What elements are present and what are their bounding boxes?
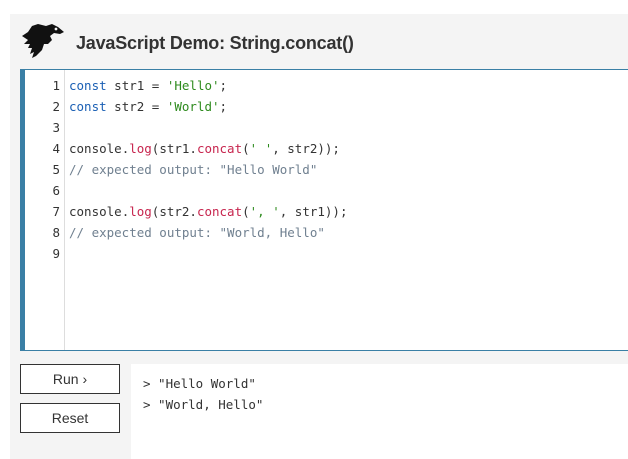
code-token: // expected output: "World, Hello" <box>69 225 325 240</box>
dinosaur-logo-icon <box>22 24 64 58</box>
code-line[interactable]: const str2 = 'World'; <box>69 96 227 117</box>
code-token: ', ' <box>249 204 280 219</box>
demo-frame: JavaScript Demo: String.concat() 1 2 3 4 5 6 7… <box>10 14 628 459</box>
code-token: // expected output: "Hello World" <box>69 162 318 177</box>
code-token: ; <box>219 99 228 114</box>
line-number: 1 <box>52 78 60 93</box>
run-button[interactable]: Run › <box>20 364 120 394</box>
code-token: ' ' <box>249 141 273 156</box>
line-number-gutter: 1 2 3 4 5 6 7 8 9 <box>25 70 65 350</box>
line-number: 4 <box>52 141 60 156</box>
code-token: console <box>69 141 122 156</box>
code-token: concat <box>196 204 243 219</box>
code-token: concat <box>196 141 243 156</box>
code-token: ( <box>242 141 250 156</box>
code-token: log <box>129 141 152 156</box>
code-token: (str1. <box>151 141 197 156</box>
reset-button[interactable]: Reset <box>20 403 120 433</box>
line-number: 7 <box>52 204 60 219</box>
code-token: ; <box>219 78 228 93</box>
code-line[interactable]: console.log(str1.concat(' ', str2)); <box>69 138 340 159</box>
code-token: 'World' <box>166 99 220 114</box>
line-number: 8 <box>52 225 60 240</box>
code-token: 'Hello' <box>166 78 220 93</box>
line-number: 2 <box>52 99 60 114</box>
code-token: , str1)); <box>279 204 348 219</box>
line-number: 6 <box>52 183 60 198</box>
code-line[interactable]: console.log(str2.concat(', ', str1)); <box>69 201 347 222</box>
code-token: (str2. <box>151 204 197 219</box>
code-line[interactable]: const str1 = 'Hello'; <box>69 75 227 96</box>
console-output: > "Hello World" > "World, Hello" <box>131 364 628 459</box>
code-token: const <box>69 78 107 93</box>
code-area[interactable]: const str1 = 'Hello'; const str2 = 'World… <box>69 70 628 350</box>
code-token: , str2)); <box>272 141 340 156</box>
code-line[interactable]: // expected output: "World, Hello" <box>69 222 325 243</box>
code-token: console <box>69 204 122 219</box>
code-line[interactable]: // expected output: "Hello World" <box>69 159 317 180</box>
code-editor[interactable]: 123456789 const str1 = 'Hello'; const str… <box>20 69 628 351</box>
demo-header: JavaScript Demo: String.concat() <box>10 14 628 70</box>
line-number: 3 <box>52 120 60 135</box>
page-title: JavaScript Demo: String.concat() <box>76 33 354 53</box>
code-token: str1 = <box>106 78 167 93</box>
output-line: > "World, Hello" <box>143 397 264 412</box>
code-token: str2 = <box>106 99 167 114</box>
line-number: 5 <box>52 162 60 177</box>
code-token: log <box>129 204 152 219</box>
code-token: const <box>69 99 107 114</box>
code-token: ( <box>242 204 250 219</box>
output-line: > "Hello World" <box>143 376 256 391</box>
line-number: 9 <box>52 246 60 261</box>
